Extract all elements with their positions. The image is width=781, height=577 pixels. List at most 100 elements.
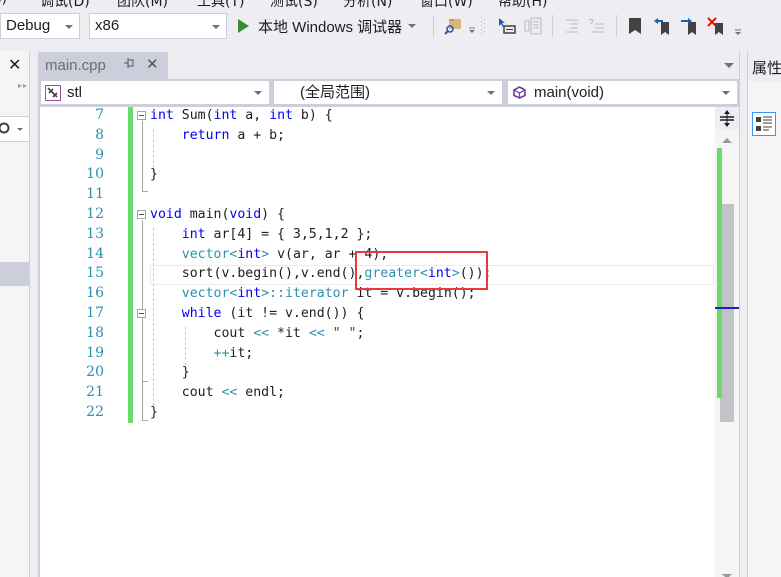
member-name: main(void) bbox=[534, 84, 605, 101]
properties-title: 属性 bbox=[752, 59, 781, 77]
start-debugging-button[interactable]: 本地 Windows 调试器 bbox=[238, 14, 417, 38]
code-line[interactable]: int ar[4] = { 3,5,1,2 }; bbox=[150, 225, 373, 245]
code-token: ++ bbox=[213, 345, 230, 361]
line-number: 19 bbox=[86, 344, 104, 361]
scroll-change-marker bbox=[717, 148, 722, 398]
project-dropdown[interactable]: stl bbox=[41, 81, 269, 104]
line-number: 15 bbox=[86, 265, 104, 282]
collapse-icon[interactable] bbox=[137, 309, 146, 318]
code-token: int bbox=[237, 286, 262, 302]
menu-item-team[interactable]: 团队(M) bbox=[117, 0, 168, 11]
panel-options-icon[interactable]: ▸▸ bbox=[18, 81, 28, 90]
menu-item-help[interactable]: 帮助(H) bbox=[498, 0, 547, 11]
menu-item-analyze[interactable]: 分析(N) bbox=[343, 0, 392, 11]
code-line[interactable]: ++it; bbox=[150, 344, 254, 364]
next-bookmark-icon[interactable] bbox=[679, 16, 699, 36]
code-token: return bbox=[181, 127, 230, 143]
code-token: b) { bbox=[292, 108, 333, 123]
code-token: while bbox=[181, 306, 222, 321]
code-token: vector bbox=[181, 286, 230, 302]
step-into-icon[interactable] bbox=[497, 16, 517, 36]
indent-icon[interactable] bbox=[562, 16, 582, 36]
line-number: 8 bbox=[95, 126, 104, 143]
code-token: << bbox=[308, 325, 325, 341]
collapse-icon[interactable] bbox=[137, 210, 146, 219]
clear-bookmarks-icon[interactable] bbox=[706, 16, 726, 36]
menu-item-test[interactable]: 测试(S) bbox=[270, 0, 318, 11]
search-box[interactable] bbox=[0, 116, 30, 142]
platform-value: x86 bbox=[95, 17, 120, 34]
code-token: iterator bbox=[285, 286, 349, 302]
scroll-thumb[interactable] bbox=[720, 204, 734, 422]
collapse-icon[interactable] bbox=[137, 111, 146, 120]
bookmark-icon[interactable] bbox=[625, 16, 645, 36]
code-line[interactable]: while (it != v.end()) { bbox=[150, 304, 365, 324]
categorized-icon bbox=[756, 116, 772, 131]
code-token: int bbox=[213, 108, 238, 123]
scope-name: (全局范围) bbox=[300, 84, 370, 101]
pin-icon[interactable] bbox=[123, 57, 135, 72]
toolbar-grip bbox=[480, 16, 486, 36]
code-line[interactable]: int Sum(int a, int b) { bbox=[150, 106, 333, 126]
close-panel-button[interactable]: ✕ bbox=[8, 55, 21, 74]
line-number: 21 bbox=[86, 384, 104, 401]
chevron-down-icon bbox=[254, 91, 262, 95]
tab-filename: main.cpp bbox=[45, 57, 106, 74]
code-token: > bbox=[261, 246, 270, 262]
code-token: sort(v.begin(),v.end() bbox=[150, 266, 357, 282]
code-token: >:: bbox=[261, 286, 286, 302]
categorized-view-button[interactable] bbox=[752, 112, 776, 136]
configuration-value: Debug bbox=[6, 17, 51, 34]
tab-list-dropdown-icon[interactable] bbox=[724, 63, 734, 68]
close-tab-icon[interactable]: ✕ bbox=[146, 55, 159, 73]
find-in-files-icon[interactable] bbox=[443, 16, 463, 36]
line-number: 17 bbox=[86, 305, 104, 321]
panel-splitter[interactable] bbox=[739, 51, 748, 577]
solution-platform-dropdown[interactable]: x86 bbox=[89, 13, 227, 39]
line-number: 11 bbox=[86, 186, 104, 203]
code-token: void bbox=[229, 207, 262, 222]
split-window-button[interactable] bbox=[715, 107, 739, 129]
solution-configuration-dropdown[interactable]: Debug bbox=[0, 13, 80, 39]
code-line[interactable]: return a + b; bbox=[150, 126, 285, 146]
navigation-bar: stl (全局范围) main(void) bbox=[39, 79, 739, 107]
member-dropdown[interactable]: main(void) bbox=[508, 81, 737, 104]
chevron-down-icon bbox=[65, 25, 73, 29]
method-icon bbox=[513, 86, 526, 99]
scroll-up-icon[interactable] bbox=[722, 138, 732, 143]
vertical-scrollbar[interactable] bbox=[715, 107, 739, 577]
code-token: *it bbox=[269, 325, 309, 341]
code-line[interactable]: } bbox=[150, 165, 158, 185]
fold-guide-end bbox=[142, 381, 148, 382]
menu-item-build[interactable]: B) bbox=[0, 0, 7, 7]
chevron-down-icon[interactable] bbox=[408, 24, 417, 28]
line-number: 9 bbox=[95, 146, 104, 163]
toolbar-overflow-icon[interactable] bbox=[467, 16, 477, 36]
code-line[interactable]: cout << *it << " "; bbox=[150, 324, 365, 344]
line-number: 10 bbox=[86, 166, 104, 183]
previous-bookmark-icon[interactable] bbox=[652, 16, 672, 36]
code-editor[interactable]: 7 8 9 10 11 12 13 14 15 16 17 18 19 20 21 22 int Sum(in… bbox=[39, 107, 715, 577]
code-line[interactable]: void main(void) { bbox=[150, 205, 285, 225]
code-token: ar[4] = { 3,5,1,2 }; bbox=[205, 226, 373, 242]
code-token: << bbox=[221, 385, 238, 401]
menu-item-tools[interactable]: 工具(T) bbox=[197, 0, 244, 11]
comment-out-icon[interactable] bbox=[523, 16, 543, 36]
menu-item-debug[interactable]: 调试(D) bbox=[40, 0, 90, 11]
panel-splitter[interactable] bbox=[30, 51, 39, 577]
outdent-icon[interactable] bbox=[587, 16, 607, 36]
tab-main-cpp[interactable]: main.cpp ✕ bbox=[39, 52, 168, 79]
code-line[interactable]: cout << endl; bbox=[150, 383, 285, 403]
code-token: << bbox=[253, 325, 270, 341]
toolbar-options-icon[interactable] bbox=[733, 16, 743, 36]
menu-item-window[interactable]: 窗口(W) bbox=[420, 0, 473, 11]
code-line[interactable]: vector<int> v(ar, ar + 4); bbox=[150, 245, 388, 265]
chevron-down-icon bbox=[212, 25, 220, 29]
scope-dropdown[interactable]: (全局范围) bbox=[274, 81, 502, 104]
code-line[interactable]: } bbox=[150, 403, 158, 423]
code-line[interactable]: } bbox=[150, 363, 190, 383]
selected-tree-item[interactable] bbox=[0, 262, 30, 286]
